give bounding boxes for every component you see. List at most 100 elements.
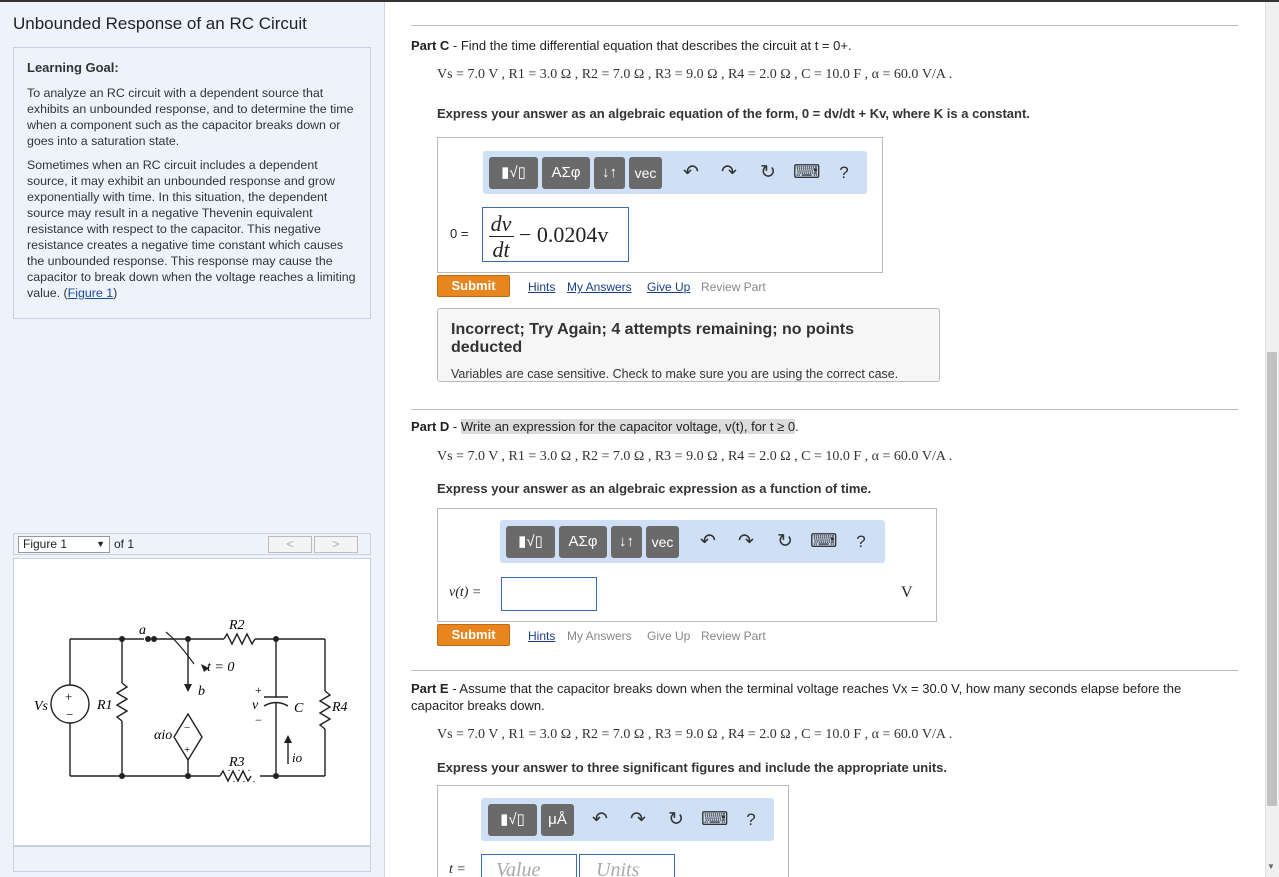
part-d-label: Part D — [411, 419, 450, 434]
part-c-toolbar: ▮√▯ ΑΣφ ↓↑ vec ↶ ↷ ↻ ⌨ ? — [483, 151, 867, 194]
reset-icon[interactable]: ↻ — [663, 804, 689, 836]
frac-num: dv — [490, 211, 512, 236]
label-vs: Vs — [34, 699, 49, 714]
part-d-unit: V — [901, 584, 913, 601]
part-c-input[interactable]: dv dt − 0.0204v — [482, 207, 629, 262]
label-r1: R1 — [96, 698, 113, 713]
part-d-instructions: Express your answer as an algebraic expr… — [437, 481, 872, 496]
part-c-label: Part C — [411, 38, 450, 53]
label-r3: R3 — [228, 755, 245, 770]
answer-rest: − 0.0204v — [519, 222, 609, 247]
part-c-instructions: Express your answer as an algebraic equa… — [437, 106, 1030, 121]
part-d-text: Write an expression for the capacitor vo… — [460, 419, 796, 434]
svg-text:−: − — [66, 707, 73, 722]
prev-figure-button[interactable]: < — [268, 536, 312, 553]
units-button[interactable]: μÅ — [541, 804, 574, 836]
keyboard-icon[interactable]: ⌨ — [793, 157, 820, 189]
part-d-hints-link[interactable]: Hints — [528, 629, 555, 643]
part-c-lhs: 0 = — [450, 226, 469, 241]
circuit-diagram: + − a b t = 0 R1 R2 R3 R4 Vs C v + − io — [34, 618, 348, 783]
part-d-submit-button[interactable]: Submit — [437, 624, 510, 646]
part-c-params: Vs = 7.0 V , R1 = 3.0 Ω , R2 = 7.0 Ω , R… — [437, 67, 953, 82]
label-r4: R4 — [331, 700, 348, 715]
part-d-give-up-link: Give Up — [647, 629, 691, 643]
label-dep-minus: − — [184, 722, 190, 734]
keyboard-icon[interactable]: ⌨ — [701, 804, 728, 836]
redo-icon[interactable]: ↷ — [625, 804, 651, 836]
templates-button[interactable]: ▮√▯ — [506, 526, 555, 558]
vec-button[interactable]: vec — [646, 526, 679, 558]
undo-icon[interactable]: ↶ — [587, 804, 613, 836]
part-d-my-answers-link: My Answers — [567, 629, 632, 643]
part-e-answer-box: ▮√▯ μÅ ↶ ↷ ↻ ⌨ ? t = Value Units — [437, 785, 789, 877]
figure-select-value: Figure 1 — [23, 537, 68, 551]
learning-goal-box: Learning Goal: To analyze an RC circuit … — [13, 47, 371, 319]
part-c-submit-button[interactable]: Submit — [437, 275, 510, 297]
templates-button[interactable]: ▮√▯ — [488, 804, 537, 836]
next-figure-button[interactable]: > — [314, 536, 358, 553]
part-c-answer-box: ▮√▯ ΑΣφ ↓↑ vec ↶ ↷ ↻ ⌨ ? 0 = dv dt − 0.0… — [437, 137, 883, 273]
greek-button[interactable]: ΑΣφ — [542, 157, 590, 189]
vec-button[interactable]: vec — [629, 157, 662, 189]
chevron-down-icon: ▼ — [96, 539, 105, 549]
part-c-feedback: Incorrect; Try Again; 4 attempts remaini… — [437, 308, 940, 382]
reset-icon[interactable]: ↻ — [772, 526, 798, 558]
keyboard-icon[interactable]: ⌨ — [810, 526, 837, 558]
learning-goal-paragraph-1: To analyze an RC circuit with a dependen… — [27, 86, 354, 148]
redo-icon[interactable]: ↷ — [733, 526, 759, 558]
help-icon[interactable]: ? — [738, 804, 764, 836]
part-d-header: Part D - Write an expression for the cap… — [411, 419, 799, 434]
feedback-text: Variables are case sensitive. Check to m… — [451, 367, 899, 381]
figure-panel: + − a b t = 0 R1 R2 R3 R4 Vs C v + − io — [13, 558, 371, 846]
label-c: C — [294, 701, 304, 716]
part-e-label: Part E — [411, 681, 449, 696]
svg-text:+: + — [65, 689, 72, 704]
units-input[interactable]: Units — [579, 854, 675, 877]
figure-1-link[interactable]: Figure 1 — [68, 286, 113, 300]
label-v-minus: − — [255, 713, 262, 727]
label-alpha-io: αio — [154, 728, 172, 743]
label-b: b — [198, 684, 205, 699]
arrows-button[interactable]: ↓↑ — [611, 526, 642, 558]
label-r2: R2 — [228, 618, 245, 633]
learning-goal-title: Learning Goal: — [27, 60, 119, 75]
templates-button[interactable]: ▮√▯ — [489, 157, 538, 189]
label-dep-plus: + — [184, 744, 190, 756]
label-v: v — [252, 698, 259, 713]
part-c-text: - Find the time differential equation th… — [449, 38, 852, 53]
greek-button[interactable]: ΑΣφ — [559, 526, 607, 558]
part-c-my-answers-link[interactable]: My Answers — [567, 280, 632, 294]
divider — [411, 25, 1238, 26]
label-a: a — [139, 623, 146, 638]
figure-select[interactable]: Figure 1 ▼ — [18, 536, 110, 553]
part-d-review-link: Review Part — [701, 629, 766, 643]
part-e-text: - Assume that the capacitor breaks down … — [411, 681, 1182, 713]
scroll-down-icon[interactable]: ▼ — [1267, 862, 1275, 871]
help-icon[interactable]: ? — [848, 526, 874, 558]
paren-close: ) — [113, 286, 118, 300]
feedback-title: Incorrect; Try Again; 4 attempts remaini… — [451, 321, 855, 356]
reset-icon[interactable]: ↻ — [755, 157, 781, 189]
divider — [411, 670, 1238, 671]
label-v-plus: + — [255, 683, 262, 697]
redo-icon[interactable]: ↷ — [716, 157, 742, 189]
scrollbar-thumb[interactable] — [1267, 352, 1277, 806]
value-input[interactable]: Value — [481, 854, 577, 877]
main-panel: Part C - Find the time differential equa… — [386, 2, 1265, 877]
part-c-hints-link[interactable]: Hints — [528, 280, 555, 294]
undo-icon[interactable]: ↶ — [678, 157, 704, 189]
part-c-review-link: Review Part — [701, 280, 766, 294]
figure-footer — [13, 846, 371, 872]
label-t0: t = 0 — [207, 660, 234, 675]
help-icon[interactable]: ? — [831, 157, 857, 189]
part-c-give-up-link[interactable]: Give Up — [647, 280, 690, 294]
part-d-toolbar: ▮√▯ ΑΣφ ↓↑ vec ↶ ↷ ↻ ⌨ ? — [500, 520, 885, 563]
part-d-input[interactable] — [501, 577, 597, 611]
part-d-lhs: v(t) = — [449, 585, 482, 600]
undo-icon[interactable]: ↶ — [695, 526, 721, 558]
part-d-params: Vs = 7.0 V , R1 = 3.0 Ω , R2 = 7.0 Ω , R… — [437, 449, 953, 464]
arrows-button[interactable]: ↓↑ — [594, 157, 625, 189]
part-e-toolbar: ▮√▯ μÅ ↶ ↷ ↻ ⌨ ? — [481, 798, 774, 841]
learning-goal-text: Sometimes when an RC circuit includes a … — [27, 158, 356, 300]
part-e-params: Vs = 7.0 V , R1 = 3.0 Ω , R2 = 7.0 Ω , R… — [437, 727, 953, 742]
